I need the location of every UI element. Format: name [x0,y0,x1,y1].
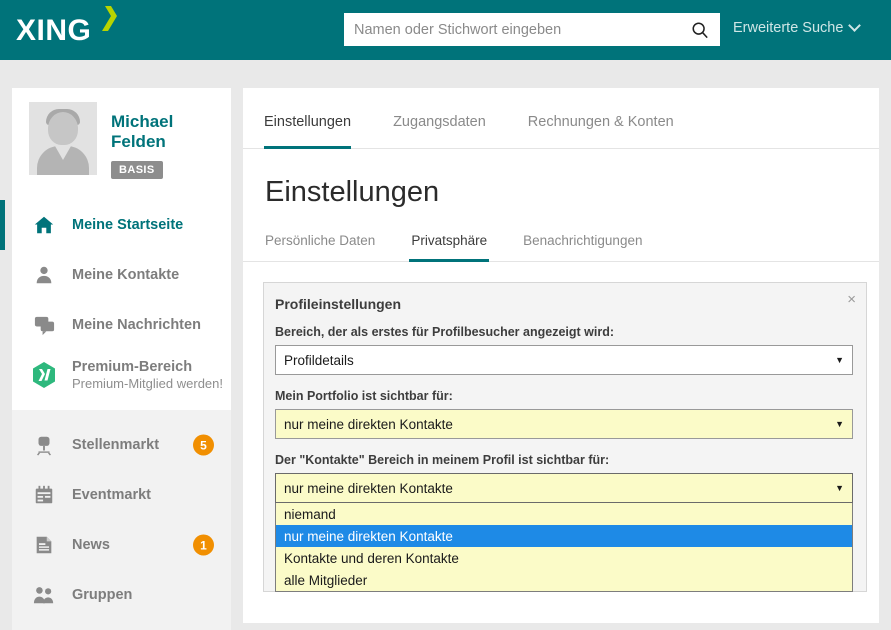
sidebar-item-label: Premium-Bereich [72,359,193,375]
field-contacts-visibility: Der "Kontakte" Bereich in meinem Profil … [275,453,853,592]
panel-title: Profileinstellungen [275,296,402,312]
sidebar-item-label: Gruppen [72,587,133,603]
xing-logo[interactable]: XING [16,6,126,47]
profile-name[interactable]: Michael Felden [111,112,231,152]
sidebar-item-label: Meine Nachrichten [72,317,201,333]
sidebar-item-premium-bereich[interactable]: Premium-Bereich Premium-Mitglied werden! [12,350,231,400]
chevron-down-icon: ▼ [835,419,844,429]
dropdown-contacts-visibility: niemand nur meine direkten Kontakte Kont… [275,503,853,592]
close-icon[interactable]: × [847,292,856,307]
tab-einstellungen[interactable]: Einstellungen [264,114,352,149]
logo-text: XING [16,14,92,47]
sidebar-item-eventmarkt[interactable]: Eventmarkt [12,470,231,520]
news-document-icon [30,531,58,559]
chevron-down-icon: ▼ [835,483,844,493]
avatar-head-shape [48,112,78,145]
dropdown-option-niemand[interactable]: niemand [276,503,852,525]
sidebar-secondary-nav: Stellenmarkt 5 Eventmarkt News 1 Gruppen [12,410,231,630]
search-icon [692,21,708,38]
sidebar-item-label: Meine Kontakte [72,267,180,283]
top-tab-bar: Einstellungen Zugangsdaten Rechnungen & … [243,88,879,149]
sidebar-item-meine-kontakte[interactable]: Meine Kontakte [12,250,231,300]
subtab-privatsphaere[interactable]: Privatsphäre [409,233,490,262]
premium-hexagon-x-icon [30,361,58,389]
sidebar-item-meine-nachrichten[interactable]: Meine Nachrichten [12,300,231,350]
dropdown-option-alle-mitglieder[interactable]: alle Mitglieder [276,569,852,591]
tab-rechnungen-konten[interactable]: Rechnungen & Konten [528,114,674,149]
sub-tab-bar: Persönliche Daten Privatsphäre Benachric… [243,209,879,262]
dropdown-option-nur-meine-direkten-kontakte[interactable]: nur meine direkten Kontakte [276,525,852,547]
select-value: nur meine direkten Kontakte [284,416,453,432]
dropdown-option-kontakte-und-deren-kontakte[interactable]: Kontakte und deren Kontakte [276,547,852,569]
page-title: Einstellungen [265,176,440,208]
sidebar-item-stellenmarkt[interactable]: Stellenmarkt 5 [12,420,231,470]
calendar-icon [30,481,58,509]
sidebar-primary-nav: Meine Startseite Meine Kontakte Meine Na… [0,198,231,410]
select-value: nur meine direkten Kontakte [284,480,453,496]
select-contacts-visibility[interactable]: nur meine direkten Kontakte ▼ [275,473,853,503]
field-profile-first-section: Bereich, der als erstes für Profilbesuch… [275,325,853,375]
field-label: Mein Portfolio ist sichtbar für: [275,389,453,403]
messages-bubbles-icon [30,311,58,339]
home-icon [30,211,58,239]
field-label: Der "Kontakte" Bereich in meinem Profil … [275,453,610,467]
search-button[interactable] [680,13,720,46]
avatar[interactable] [29,102,97,175]
sidebar-item-badge: 5 [193,434,214,456]
sidebar-item-gruppen[interactable]: Gruppen [12,570,231,620]
sidebar-item-label: Meine Startseite [72,217,184,233]
contacts-person-icon [30,261,58,289]
chevron-down-icon [848,18,862,32]
profile-card[interactable]: Michael Felden BASIS [12,88,231,198]
chevron-down-icon: ▼ [835,355,844,365]
sidebar-item-label: Stellenmarkt [72,437,160,453]
sidebar-item-label: Eventmarkt [72,487,151,503]
top-header-bar: XING Erweiterte Suche [0,0,891,60]
search-box [344,13,720,46]
main-content-card: Einstellungen Zugangsdaten Rechnungen & … [243,88,879,623]
xing-x-logo-icon [96,3,126,38]
field-portfolio-visibility: Mein Portfolio ist sichtbar für: nur mei… [275,389,853,439]
subtab-benachrichtigungen[interactable]: Benachrichtigungen [521,233,644,262]
profile-meta: Michael Felden BASIS [97,102,231,198]
advanced-search-label: Erweiterte Suche [733,20,844,36]
search-input[interactable] [344,13,680,46]
select-profile-first-section[interactable]: Profildetails ▼ [275,345,853,375]
sidebar-item-badge: 1 [193,534,214,556]
membership-badge: BASIS [111,161,163,179]
advanced-search-link[interactable]: Erweiterte Suche [733,18,862,36]
sidebar-item-label: News [72,537,110,553]
subtab-persoenliche-daten[interactable]: Persönliche Daten [263,233,377,262]
groups-people-icon [30,581,58,609]
profile-settings-panel: × Profileinstellungen Bereich, der als e… [263,282,867,592]
select-portfolio-visibility[interactable]: nur meine direkten Kontakte ▼ [275,409,853,439]
select-value: Profildetails [284,352,354,368]
tab-zugangsdaten[interactable]: Zugangsdaten [393,114,486,149]
sidebar-item-sublabel: Premium-Mitglied werden! [72,376,223,391]
office-chair-icon [30,431,58,459]
sidebar-item-text-block: Premium-Bereich Premium-Mitglied werden! [72,359,223,391]
field-label: Bereich, der als erstes für Profilbesuch… [275,325,614,339]
sidebar-item-news[interactable]: News 1 [12,520,231,570]
sidebar: Michael Felden BASIS Meine Startseite Me… [0,88,231,630]
sidebar-item-meine-startseite[interactable]: Meine Startseite [0,200,231,250]
